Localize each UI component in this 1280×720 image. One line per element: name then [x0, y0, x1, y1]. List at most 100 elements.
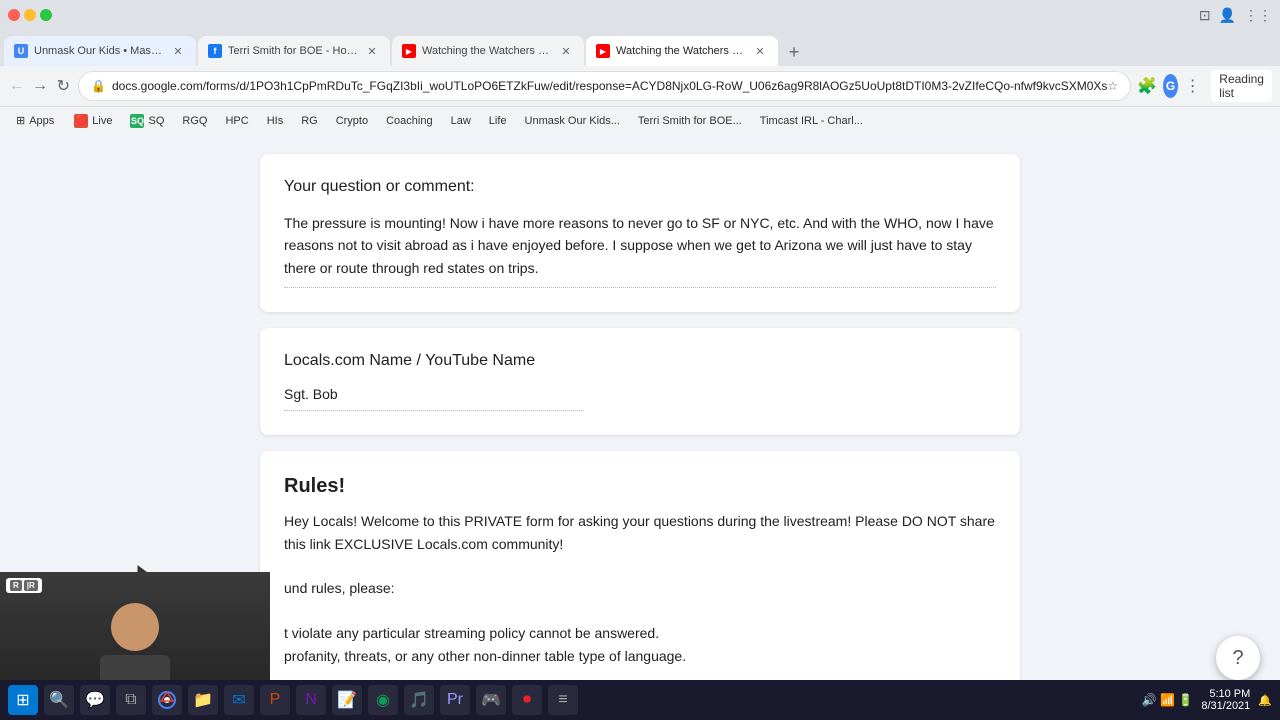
address-icons: ☆: [1107, 79, 1118, 93]
bookmark-hpc[interactable]: HPC: [217, 113, 256, 129]
maximize-button[interactable]: [40, 9, 52, 21]
hpc-label: HPC: [225, 115, 248, 127]
tabs-bar: U Unmask Our Kids • Mask Choice... ✕ f T…: [0, 30, 1280, 66]
taskbar-mail-icon[interactable]: ✉: [224, 685, 254, 715]
help-icon: ?: [1232, 647, 1243, 670]
tab-unmask[interactable]: U Unmask Our Kids • Mask Choice... ✕: [4, 36, 196, 66]
bookmark-live[interactable]: 🔴 Live: [66, 112, 120, 130]
taskbar-chrome-icon[interactable]: [152, 685, 182, 715]
answer-text: The pressure is mounting! Now i have mor…: [284, 212, 996, 288]
bookmark-life[interactable]: Life: [481, 113, 515, 129]
bookmark-sq[interactable]: SQ SQ: [122, 112, 172, 130]
rgq-label: RGQ: [182, 115, 207, 127]
taskbar-onenote-icon[interactable]: N: [296, 685, 326, 715]
tab1-close[interactable]: ✕: [170, 43, 186, 59]
bookmark-terri[interactable]: Terri Smith for BOE...: [630, 113, 750, 129]
window-profile-icon: 👤: [1219, 7, 1236, 24]
taskbar-taskview-icon[interactable]: ⧉: [116, 685, 146, 715]
taskbar-menu-icon[interactable]: ≡: [548, 685, 578, 715]
bookmark-coaching[interactable]: Coaching: [378, 113, 440, 129]
window-controls: ⊡ 👤 ⋮⋮: [1199, 7, 1272, 24]
address-bar[interactable]: 🔒 docs.google.com/forms/d/1PO3h1CpPmRDuT…: [78, 71, 1131, 101]
taskbar-windows-icon[interactable]: ⊞: [8, 685, 38, 715]
minimize-button[interactable]: [24, 9, 36, 21]
browser-window: ⊡ 👤 ⋮⋮ U Unmask Our Kids • Mask Choice..…: [0, 0, 1280, 134]
tab4-label: Watching the Watchers Show C...: [616, 45, 746, 57]
tab1-favicon: U: [14, 44, 28, 58]
name-answer: Sgt. Bob: [284, 386, 996, 411]
bookmark-hls[interactable]: HIs: [259, 113, 292, 129]
mouse-cursor: [137, 564, 143, 570]
name-question-label: Locals.com Name / YouTube Name: [284, 352, 996, 370]
life-label: Life: [489, 115, 507, 127]
bookmark-rgq[interactable]: RGQ: [174, 113, 215, 129]
close-button[interactable]: [8, 9, 20, 21]
law-label: Law: [451, 115, 471, 127]
window-ext-icon: ⊡: [1199, 7, 1211, 24]
nav-bar: ← → ↻ 🔒 docs.google.com/forms/d/1PO3h1Cp…: [0, 66, 1280, 106]
address-text[interactable]: docs.google.com/forms/d/1PO3h1CpPmRDuTc_…: [112, 79, 1107, 93]
apps-icon: ⊞: [16, 114, 25, 127]
tab2-close[interactable]: ✕: [364, 43, 380, 59]
new-tab-button[interactable]: +: [780, 38, 808, 66]
page-content: Your question or comment: The pressure i…: [0, 134, 1280, 720]
question-card: Your question or comment: The pressure i…: [260, 154, 1020, 312]
reload-button[interactable]: ↻: [55, 72, 72, 100]
hls-label: HIs: [267, 115, 284, 127]
tab3-close[interactable]: ✕: [558, 43, 574, 59]
unmask-label: Unmask Our Kids...: [525, 115, 620, 127]
rules-para4: profanity, threats, or any other non-din…: [284, 645, 996, 667]
title-bar: ⊡ 👤 ⋮⋮: [0, 0, 1280, 30]
menu-button[interactable]: ⋮: [1184, 72, 1201, 100]
bookmark-rg[interactable]: RG: [293, 113, 326, 129]
taskbar-right: 🔊 📶 🔋 5:10 PM 8/31/2021 🔔: [1142, 688, 1272, 712]
taskbar-search-icon[interactable]: 🔍: [44, 685, 74, 715]
bookmark-unmask[interactable]: Unmask Our Kids...: [517, 113, 628, 129]
tab-watching2[interactable]: ▶ Watching the Watchers Show C... ✕: [586, 36, 778, 66]
rules-card: Rules! Hey Locals! Welcome to this PRIVA…: [260, 451, 1020, 691]
star-icon[interactable]: ☆: [1107, 79, 1118, 93]
forward-button[interactable]: →: [31, 72, 48, 100]
rules-para1: Hey Locals! Welcome to this PRIVATE form…: [284, 510, 996, 555]
apps-label: Apps: [29, 115, 54, 127]
reading-list[interactable]: Reading list: [1211, 70, 1272, 102]
timcast-label: Timcast IRL - Charl...: [760, 115, 863, 127]
profile-avatar[interactable]: G: [1163, 74, 1178, 98]
crypto-label: Crypto: [336, 115, 368, 127]
taskbar: ⊞ 🔍 💬 ⧉ 📁 ✉ P N 📝 ◉ 🎵 Pr 🎮 ⏺ ≡ 🔊 📶 🔋 5:1…: [0, 680, 1280, 720]
tab3-favicon: ▶: [402, 44, 416, 58]
tab1-label: Unmask Our Kids • Mask Choice...: [34, 45, 164, 57]
taskbar-left: ⊞ 🔍 💬 ⧉ 📁 ✉ P N 📝 ◉ 🎵 Pr 🎮 ⏺ ≡: [8, 685, 578, 715]
bookmark-timcast[interactable]: Timcast IRL - Charl...: [752, 113, 871, 129]
rules-title: Rules!: [284, 475, 996, 498]
tab3-label: Watching the Watchers Show Q...: [422, 45, 552, 57]
taskbar-audacity-icon[interactable]: 🎵: [404, 685, 434, 715]
name-card: Locals.com Name / YouTube Name Sgt. Bob: [260, 328, 1020, 435]
help-button[interactable]: ?: [1216, 636, 1260, 680]
tab2-favicon: f: [208, 44, 222, 58]
rules-text: Hey Locals! Welcome to this PRIVATE form…: [284, 510, 996, 667]
notification-icon[interactable]: 🔔: [1258, 694, 1272, 707]
taskbar-obs-icon[interactable]: ⏺: [512, 685, 542, 715]
tab2-label: Terri Smith for BOE - Home | Fa...: [228, 45, 358, 57]
back-button[interactable]: ←: [8, 72, 25, 100]
time-display[interactable]: 5:10 PM 8/31/2021: [1201, 688, 1250, 712]
taskbar-cortana-icon[interactable]: 💬: [80, 685, 110, 715]
bookmark-crypto[interactable]: Crypto: [328, 113, 376, 129]
system-icons: 🔊 📶 🔋: [1142, 693, 1194, 707]
taskbar-xbox-icon[interactable]: 🎮: [476, 685, 506, 715]
taskbar-explorer-icon[interactable]: 📁: [188, 685, 218, 715]
tab-terri[interactable]: f Terri Smith for BOE - Home | Fa... ✕: [198, 36, 390, 66]
tab4-close[interactable]: ✕: [752, 43, 768, 59]
bookmark-law[interactable]: Law: [443, 113, 479, 129]
bookmark-apps[interactable]: ⊞ Apps: [8, 112, 62, 129]
taskbar-note-icon[interactable]: 📝: [332, 685, 362, 715]
question-label: Your question or comment:: [284, 178, 996, 196]
terri-label: Terri Smith for BOE...: [638, 115, 742, 127]
taskbar-powerpoint-icon[interactable]: P: [260, 685, 290, 715]
taskbar-premiere-icon[interactable]: Pr: [440, 685, 470, 715]
taskbar-edge-icon[interactable]: ◉: [368, 685, 398, 715]
extensions-button[interactable]: 🧩: [1137, 72, 1157, 100]
window-more-icon: ⋮⋮: [1244, 7, 1272, 24]
tab-watching1[interactable]: ▶ Watching the Watchers Show Q... ✕: [392, 36, 584, 66]
